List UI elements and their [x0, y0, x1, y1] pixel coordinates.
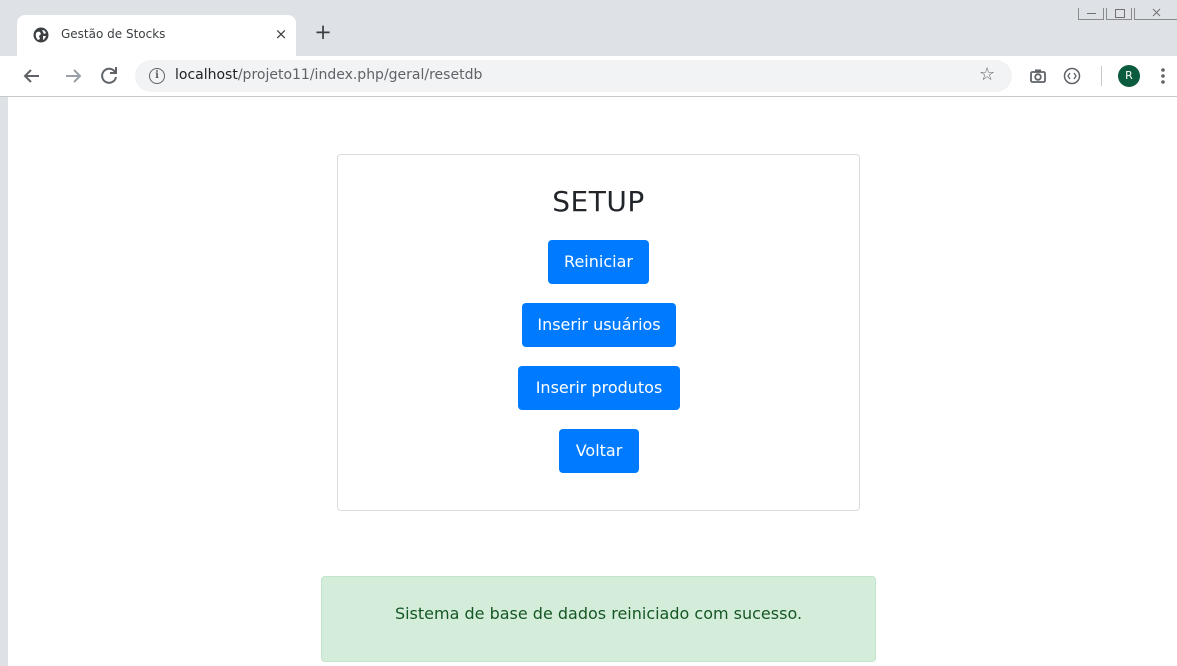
globe-icon	[33, 27, 49, 43]
menu-dots-icon[interactable]	[1156, 64, 1170, 88]
minimize-button[interactable]	[1078, 8, 1104, 20]
close-icon	[1152, 8, 1161, 17]
back-button[interactable]: Voltar	[559, 429, 639, 473]
tab-title: Gestão de Stocks	[61, 27, 166, 41]
minimize-icon	[1087, 13, 1096, 14]
tab-gestao-stocks[interactable]: Gestão de Stocks ×	[17, 15, 296, 56]
info-icon[interactable]: i	[149, 68, 165, 84]
tab-close-icon[interactable]: ×	[271, 24, 291, 44]
tab-strip: Gestão de Stocks × +	[0, 0, 1177, 56]
toolbar-separator	[1101, 66, 1102, 86]
bookmark-star-icon[interactable]: ☆	[979, 64, 995, 85]
setup-card: SETUP Reiniciar Inserir usuários Inserir…	[337, 154, 860, 511]
forward-arrow-icon[interactable]	[61, 64, 85, 88]
insert-users-button[interactable]: Inserir usuários	[522, 303, 676, 347]
new-tab-button[interactable]: +	[313, 22, 333, 43]
insert-products-button[interactable]: Inserir produtos	[518, 366, 680, 410]
reset-button[interactable]: Reiniciar	[548, 240, 649, 284]
alert-message: Sistema de base de dados reiniciado com …	[394, 604, 803, 623]
close-window-button[interactable]	[1134, 8, 1177, 20]
setup-title: SETUP	[552, 185, 645, 218]
camera-icon[interactable]	[1026, 64, 1050, 88]
address-bar[interactable]: i localhost/projeto11/index.php/geral/re…	[135, 60, 1012, 92]
maximize-button[interactable]	[1106, 8, 1132, 20]
back-arrow-icon[interactable]	[20, 64, 44, 88]
extension-icon[interactable]	[1060, 64, 1084, 88]
reload-icon[interactable]	[97, 64, 121, 88]
profile-avatar[interactable]: R	[1118, 65, 1140, 87]
success-alert: Sistema de base de dados reiniciado com …	[321, 576, 876, 662]
url-text: localhost/projeto11/index.php/geral/rese…	[175, 67, 483, 83]
window-left-border	[0, 0, 8, 666]
browser-toolbar: i localhost/projeto11/index.php/geral/re…	[0, 56, 1177, 97]
maximize-icon	[1115, 9, 1125, 18]
